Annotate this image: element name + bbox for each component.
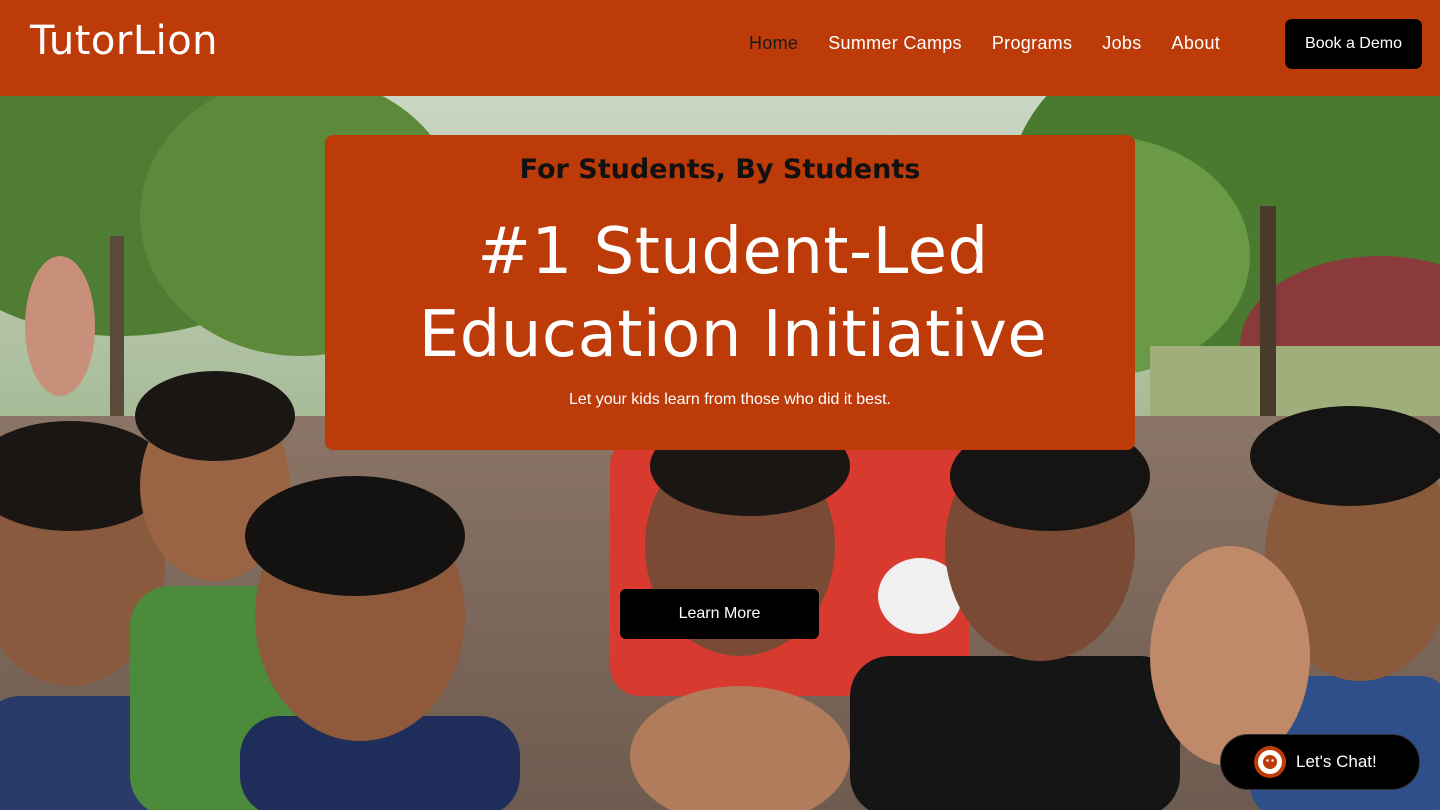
site-logo[interactable]: TutorLion	[30, 18, 218, 64]
nav-jobs[interactable]: Jobs	[1102, 33, 1141, 54]
learn-more-button[interactable]: Learn More	[620, 589, 819, 639]
nav-about[interactable]: About	[1172, 33, 1221, 54]
hero-headline-line1: #1 Student-Led	[477, 215, 989, 289]
site-header: TutorLion Home Summer Camps Programs Job…	[0, 0, 1440, 96]
chat-label: Let's Chat!	[1296, 752, 1377, 771]
hero-headline-line2: Education Initiative	[418, 298, 1048, 372]
nav-summer-camps[interactable]: Summer Camps	[828, 33, 962, 54]
book-demo-button[interactable]: Book a Demo	[1285, 19, 1422, 69]
nav-programs[interactable]: Programs	[992, 33, 1072, 54]
nav-home[interactable]: Home	[749, 33, 798, 54]
main-nav: Home Summer Camps Programs Jobs About	[749, 33, 1250, 54]
hero-headline: #1 Student-Led Education Initiative	[325, 211, 1141, 377]
hero-subline: Let your kids learn from those who did i…	[569, 391, 891, 408]
hero-card: For Students, By Students #1 Student-Led…	[325, 135, 1135, 450]
lion-avatar-icon	[1254, 746, 1286, 778]
hero-eyebrow: For Students, By Students	[519, 154, 921, 185]
chat-widget-button[interactable]: Let's Chat!	[1220, 734, 1420, 790]
